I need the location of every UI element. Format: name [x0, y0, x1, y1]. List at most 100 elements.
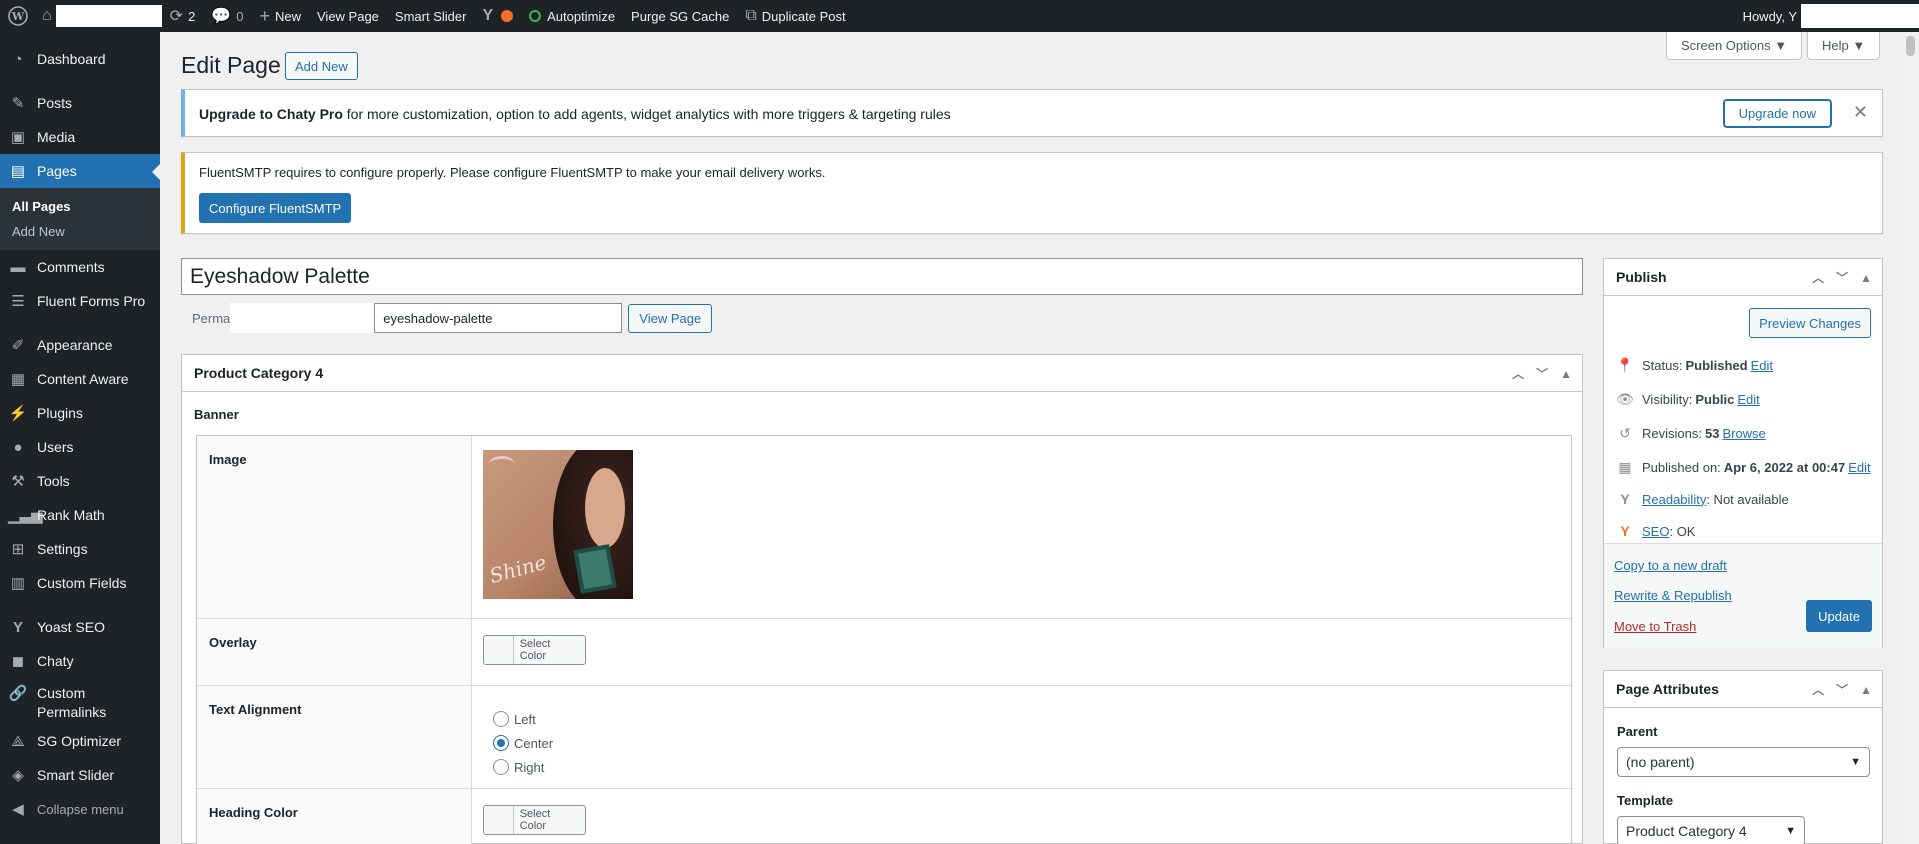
duplicate-post-item[interactable]: ⧉ Duplicate Post [737, 0, 853, 32]
autoptimize-item[interactable]: Autoptimize [521, 0, 623, 32]
sidebar-item-rank-math[interactable]: ▁▃▅ Rank Math [0, 498, 160, 532]
howdy-text: Howdy, Y [1742, 8, 1797, 24]
scrollbar-thumb[interactable] [1906, 36, 1915, 56]
chevron-down-icon: ▼ [1850, 756, 1861, 768]
preview-changes-button[interactable]: Preview Changes [1749, 308, 1871, 338]
page-scrollbar[interactable] [1902, 32, 1919, 844]
template-select-value: Product Category 4 [1626, 823, 1747, 839]
edit-visibility-link[interactable]: Edit [1737, 392, 1759, 407]
close-icon[interactable]: ✕ [1853, 102, 1868, 123]
move-to-trash-link[interactable]: Move to Trash [1614, 619, 1696, 634]
view-page-button[interactable]: View Page [628, 303, 713, 333]
sidebar-item-sg-optimizer[interactable]: ⟁ SG Optimizer [0, 724, 160, 758]
radio-option-left[interactable]: Left [493, 707, 553, 731]
rewrite-republish-link[interactable]: Rewrite & Republish [1614, 588, 1732, 603]
sidebar-item-content-aware[interactable]: ▦ Content Aware [0, 362, 160, 396]
add-new-button[interactable]: Add New [285, 52, 358, 80]
help-button[interactable]: Help ▼ [1807, 32, 1881, 60]
screen-options-button[interactable]: Screen Options ▼ [1666, 32, 1803, 60]
link-icon: 🔗 [8, 685, 28, 702]
account-menu[interactable]: Howdy, Y [1743, 0, 1919, 32]
field-label: Overlay [197, 619, 472, 685]
publish-actions: Copy to a new draft Rewrite & Republish … [1604, 543, 1882, 648]
wordpress-logo-icon[interactable]: W [0, 0, 36, 32]
purge-cache-link[interactable]: Purge SG Cache [623, 0, 737, 32]
move-up-icon[interactable]: ︿ [1812, 269, 1824, 286]
slug-input[interactable]: eyeshadow-palette [374, 303, 623, 333]
move-down-icon[interactable]: ﹀ [1836, 269, 1848, 286]
autoptimize-status-icon [529, 10, 542, 22]
upgrade-now-button[interactable]: Upgrade now [1722, 99, 1832, 128]
sidebar-item-yoast-seo[interactable]: Y Yoast SEO [0, 610, 160, 644]
sidebar-item-settings[interactable]: ⊞ Settings [0, 532, 160, 566]
sidebar-label: Fluent Forms Pro [37, 293, 146, 309]
configure-fluentsmtp-button[interactable]: Configure FluentSMTP [199, 193, 352, 223]
yoast-icon: Y [12, 618, 23, 636]
seo-link[interactable]: SEO [1642, 524, 1669, 539]
sidebar-item-dashboard[interactable]: ◔ Dashboard [0, 42, 160, 76]
browse-revisions-link[interactable]: Browse [1722, 426, 1765, 441]
sidebar-item-pages[interactable]: ▤ Pages [0, 154, 160, 188]
move-down-icon[interactable]: ﹀ [1536, 365, 1548, 382]
post-title-input[interactable]: Eyeshadow Palette [181, 258, 1583, 295]
overlay-color-picker-button[interactable]: Select Color [483, 635, 586, 665]
submenu-add-new[interactable]: Add New [0, 219, 160, 244]
radio-button-checked[interactable] [493, 735, 509, 751]
template-select[interactable]: Product Category 4 ▼ [1617, 816, 1805, 844]
submenu-all-pages[interactable]: All Pages [0, 194, 160, 219]
parent-select[interactable]: (no parent) ▼ [1617, 747, 1870, 777]
edit-status-link[interactable]: Edit [1751, 358, 1773, 373]
radio-button[interactable] [493, 711, 509, 727]
forms-icon: ☰ [11, 293, 25, 310]
move-up-icon[interactable]: ︿ [1512, 365, 1524, 382]
sidebar-item-posts[interactable]: ✎ Posts [0, 86, 160, 120]
svg-text:W: W [11, 10, 25, 23]
copy-to-draft-link[interactable]: Copy to a new draft [1614, 558, 1727, 573]
smart-slider-link[interactable]: Smart Slider [387, 0, 475, 32]
sidebar-item-fluent-forms[interactable]: ☰ Fluent Forms Pro [0, 284, 160, 318]
collapse-menu-button[interactable]: ◀ Collapse menu [0, 792, 160, 826]
radio-option-center[interactable]: Center [493, 731, 553, 755]
publish-header: Publish ︿ ﹀ ▲ [1604, 259, 1882, 296]
view-page-link[interactable]: View Page [309, 0, 387, 32]
color-swatch [484, 636, 514, 664]
updates-item[interactable]: ⟳ 2 [162, 0, 204, 32]
readability-link[interactable]: Readability [1642, 492, 1706, 507]
sidebar-item-plugins[interactable]: ⚡ Plugins [0, 396, 160, 430]
radio-option-right[interactable]: Right [493, 755, 553, 779]
toggle-panel-icon[interactable]: ▲ [1860, 683, 1872, 697]
sidebar-item-chaty[interactable]: ◼ Chaty [0, 644, 160, 678]
comments-item[interactable]: 💬 0 [203, 0, 251, 32]
home-icon[interactable]: ⌂ [36, 0, 56, 32]
metabox-title: Product Category 4 [194, 365, 324, 381]
site-name-redacted[interactable] [55, 5, 162, 27]
parent-label: Parent [1617, 724, 1658, 739]
sidebar-item-users[interactable]: ● Users [0, 430, 160, 464]
media-icon: ▣ [10, 129, 26, 146]
new-content-item[interactable]: + New [251, 0, 309, 32]
sidebar-item-comments[interactable]: ▬ Comments [0, 250, 160, 284]
sidebar-item-custom-fields[interactable]: ▥ Custom Fields [0, 566, 160, 600]
sidebar-item-appearance[interactable]: ✐ Appearance [0, 328, 160, 362]
sidebar-item-media[interactable]: ▣ Media [0, 120, 160, 154]
radio-button[interactable] [493, 759, 509, 775]
sidebar-item-tools[interactable]: ⚒ Tools [0, 464, 160, 498]
banner-image-thumbnail[interactable]: Shine [483, 450, 633, 599]
toggle-panel-icon[interactable]: ▲ [1560, 367, 1572, 381]
move-up-icon[interactable]: ︿ [1812, 681, 1824, 698]
field-row-image: Image Shine [197, 436, 1571, 619]
refresh-icon: ⟳ [169, 8, 184, 25]
banner-group-label: Banner [194, 407, 239, 422]
sidebar-item-smart-slider[interactable]: ◈ Smart Slider [0, 758, 160, 792]
toggle-panel-icon[interactable]: ▲ [1860, 271, 1872, 285]
update-button[interactable]: Update [1806, 600, 1872, 632]
move-down-icon[interactable]: ﹀ [1836, 681, 1848, 698]
heading-color-picker-button[interactable]: Select Color [483, 805, 586, 835]
sidebar-label: Yoast SEO [37, 619, 105, 635]
sidebar-item-custom-permalinks[interactable]: 🔗 Custom Permalinks [0, 678, 160, 724]
field-row-overlay: Overlay Select Color [197, 619, 1571, 686]
yoast-menu-item[interactable]: Y [474, 0, 521, 32]
pushpin-icon: ✎ [11, 95, 25, 112]
edit-date-link[interactable]: Edit [1848, 460, 1870, 475]
paintbrush-icon: ✐ [11, 337, 25, 354]
